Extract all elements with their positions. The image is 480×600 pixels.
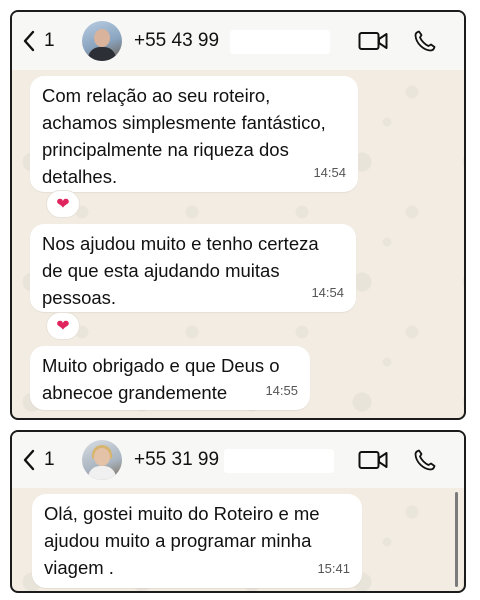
message-time: 14:54 [311, 285, 344, 300]
message-time: 15:41 [317, 561, 350, 576]
message-time: 14:54 [313, 165, 346, 180]
chat-screenshot-2: 1 +55 31 99 Olá, gostei muito do Roteiro… [10, 430, 466, 593]
back-button[interactable]: 1 [22, 449, 82, 471]
redaction [230, 30, 330, 54]
message-bubble[interactable]: Com relação ao seu roteiro, achamos simp… [30, 76, 358, 192]
unread-count: 1 [44, 30, 55, 51]
chevron-left-icon [23, 449, 35, 471]
chat-header: 1 +55 31 99 [12, 432, 464, 488]
avatar[interactable] [82, 21, 122, 61]
heart-icon[interactable]: ❤ [46, 312, 80, 340]
redaction [224, 449, 334, 473]
contact-phone[interactable]: +55 43 99 [134, 30, 334, 54]
message-text: Com relação ao seu roteiro, achamos simp… [42, 85, 326, 187]
back-button[interactable]: 1 [22, 30, 82, 52]
contact-phone[interactable]: +55 31 99 [134, 449, 334, 473]
phone-icon[interactable] [410, 448, 440, 472]
message-text: Muito obrigado e que Deus o abnecoe gran… [42, 355, 280, 403]
chevron-left-icon [23, 30, 35, 52]
scrollbar[interactable] [455, 492, 458, 587]
message-bubble[interactable]: Nos ajudou muito e tenho certeza de que … [30, 224, 356, 312]
message-time: 14:55 [265, 383, 298, 398]
chat-header: 1 +55 43 99 [12, 12, 464, 70]
chat-screenshot-1: 1 +55 43 99 Com relação ao seu roteiro, … [10, 10, 466, 420]
message-bubble[interactable]: Olá, gostei muito do Roteiro e me ajudou… [32, 494, 362, 588]
message-text: Olá, gostei muito do Roteiro e me ajudou… [44, 503, 320, 578]
message-bubble[interactable]: Muito obrigado e que Deus o abnecoe gran… [30, 346, 310, 410]
unread-count: 1 [44, 449, 55, 470]
avatar[interactable] [82, 440, 122, 480]
message-text: Nos ajudou muito e tenho certeza de que … [42, 233, 319, 308]
heart-icon[interactable]: ❤ [46, 190, 80, 218]
video-camera-icon[interactable] [358, 29, 388, 53]
phone-icon[interactable] [410, 29, 440, 53]
video-camera-icon[interactable] [358, 448, 388, 472]
